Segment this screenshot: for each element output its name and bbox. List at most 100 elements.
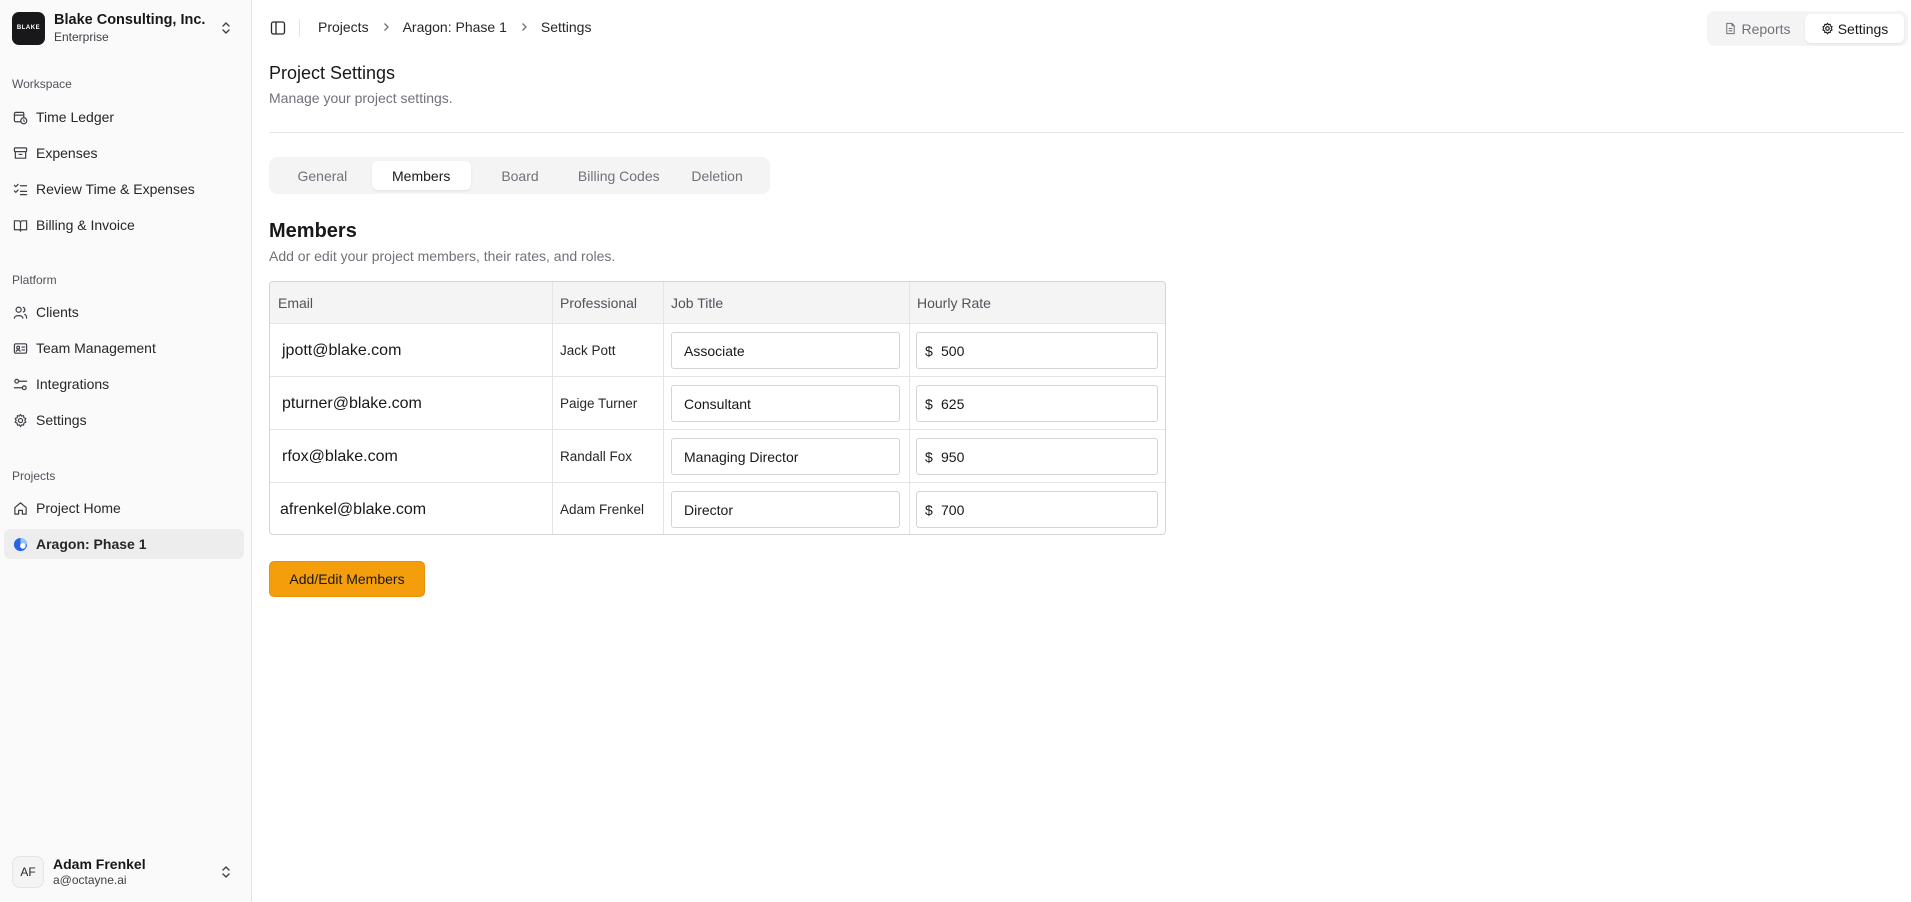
hourly-rate-value: 700	[941, 501, 965, 518]
gear-icon	[1822, 22, 1833, 35]
sidebar-item-label: Team Management	[36, 340, 156, 356]
page-subtitle: Manage your project settings.	[269, 90, 453, 106]
column-header-hourly-rate: Hourly Rate	[917, 295, 991, 311]
breadcrumb-project[interactable]: Aragon: Phase 1	[403, 19, 507, 35]
sidebar-item-aragon-phase-1[interactable]: Aragon: Phase 1	[4, 529, 244, 559]
members-subtitle: Add or edit your project members, their …	[269, 248, 616, 264]
topbar: Projects Aragon: Phase 1 Settings Report…	[252, 0, 1911, 56]
reports-button[interactable]: Reports	[1710, 14, 1805, 43]
table-header: Email Professional Job Title Hourly Rate	[270, 282, 1165, 324]
sidebar-item-label: Clients	[36, 304, 79, 320]
tab-deletion[interactable]: Deletion	[668, 161, 766, 190]
archive-icon	[12, 145, 28, 161]
tab-members[interactable]: Members	[371, 161, 471, 190]
org-plan: Enterprise	[54, 30, 109, 44]
sidebar-item-label: Aragon: Phase 1	[36, 536, 147, 552]
sidebar: BLAKE Blake Consulting, Inc. Enterprise …	[0, 0, 252, 902]
member-email: afrenkel@blake.com	[280, 500, 427, 518]
sidebar-item-label: Project Home	[36, 500, 121, 516]
table-row: jpott@blake.com Jack Pott Associate $ 50…	[270, 324, 1165, 377]
job-title-input[interactable]: Managing Director	[671, 438, 900, 475]
projects-label: Projects	[12, 469, 56, 483]
project-dot-icon	[12, 536, 28, 552]
hourly-rate-value: 950	[941, 448, 965, 465]
members-title: Members	[269, 220, 357, 242]
view-switch: Reports Settings	[1707, 11, 1908, 46]
sidebar-item-billing-invoice[interactable]: Billing & Invoice	[4, 210, 244, 240]
column-header-job-title: Job Title	[671, 295, 724, 311]
reports-label: Reports	[1741, 20, 1791, 37]
org-logo: BLAKE	[12, 11, 45, 45]
chevron-right-icon	[381, 22, 391, 32]
table-row: rfox@blake.com Randall Fox Managing Dire…	[270, 430, 1165, 483]
hourly-rate-input[interactable]: $ 700	[916, 491, 1158, 528]
breadcrumb-projects[interactable]: Projects	[318, 19, 369, 35]
member-email: jpott@blake.com	[282, 341, 402, 359]
id-card-icon	[12, 340, 28, 356]
sidebar-item-team-management[interactable]: Team Management	[4, 333, 244, 363]
sidebar-item-time-ledger[interactable]: Time Ledger	[4, 102, 244, 132]
page-title: Project Settings	[269, 63, 396, 83]
currency-symbol: $	[925, 448, 933, 465]
breadcrumb: Projects Aragon: Phase 1 Settings	[318, 19, 591, 35]
member-professional: Jack Pott	[560, 343, 616, 358]
file-icon	[1726, 22, 1736, 35]
member-email: rfox@blake.com	[282, 447, 398, 465]
sidebar-item-label: Integrations	[36, 376, 110, 392]
member-email: pturner@blake.com	[282, 394, 422, 412]
currency-symbol: $	[925, 395, 933, 412]
sidebar-item-expenses[interactable]: Expenses	[4, 138, 244, 168]
users-icon	[12, 304, 28, 320]
job-title-input[interactable]: Associate	[671, 332, 900, 369]
divider	[299, 19, 300, 37]
column-header-professional: Professional	[560, 295, 638, 311]
chevron-right-icon	[519, 22, 529, 32]
hourly-rate-value: 625	[941, 395, 965, 412]
job-title-input[interactable]: Director	[671, 491, 900, 528]
sidebar-item-settings[interactable]: Settings	[4, 405, 244, 435]
table-row: afrenkel@blake.com Adam Frenkel Director…	[270, 483, 1165, 534]
avatar: AF	[12, 856, 44, 888]
member-professional: Adam Frenkel	[560, 502, 645, 517]
sidebar-item-integrations[interactable]: Integrations	[4, 369, 244, 399]
tab-general[interactable]: General	[273, 161, 372, 190]
sidebar-toggle-icon[interactable]	[270, 20, 286, 36]
member-professional: Randall Fox	[560, 449, 633, 464]
sidebar-item-review-time-expenses[interactable]: Review Time & Expenses	[4, 174, 244, 204]
platform-label: Platform	[12, 273, 57, 287]
tab-board[interactable]: Board	[471, 161, 570, 190]
org-switcher[interactable]: BLAKE Blake Consulting, Inc. Enterprise	[12, 10, 240, 46]
sidebar-item-project-home[interactable]: Project Home	[4, 493, 244, 523]
add-edit-members-button[interactable]: Add/Edit Members	[269, 561, 425, 597]
gear-icon	[12, 412, 28, 428]
sidebar-item-label: Time Ledger	[36, 109, 115, 125]
list-checks-icon	[12, 181, 28, 197]
job-title-input[interactable]: Consultant	[671, 385, 900, 422]
column-header-email: Email	[278, 295, 314, 311]
org-name: Blake Consulting, Inc.	[54, 12, 206, 28]
settings-label: Settings	[1837, 20, 1889, 37]
book-open-icon	[12, 217, 28, 233]
hourly-rate-value: 500	[941, 342, 965, 359]
sidebar-item-label: Settings	[36, 412, 87, 428]
settings-tabs: General Members Board Billing Codes Dele…	[269, 157, 770, 194]
settings-button[interactable]: Settings	[1805, 14, 1904, 43]
hourly-rate-input[interactable]: $ 625	[916, 385, 1158, 422]
currency-symbol: $	[925, 501, 933, 518]
calendar-clock-icon	[12, 109, 28, 125]
hourly-rate-input[interactable]: $ 500	[916, 332, 1158, 369]
tab-billing-codes[interactable]: Billing Codes	[569, 161, 668, 190]
sliders-icon	[12, 376, 28, 392]
chevrons-up-down-icon	[220, 864, 232, 880]
user-name: Adam Frenkel	[53, 856, 146, 872]
user-email: a@octayne.ai	[53, 873, 127, 887]
table-row: pturner@blake.com Paige Turner Consultan…	[270, 377, 1165, 430]
currency-symbol: $	[925, 342, 933, 359]
members-table: Email Professional Job Title Hourly Rate…	[269, 281, 1166, 535]
divider	[269, 132, 1904, 133]
chevrons-up-down-icon	[220, 20, 232, 36]
user-menu[interactable]: AF Adam Frenkel a@octayne.ai	[12, 854, 240, 890]
hourly-rate-input[interactable]: $ 950	[916, 438, 1158, 475]
workspace-label: Workspace	[12, 77, 72, 91]
sidebar-item-clients[interactable]: Clients	[4, 297, 244, 327]
